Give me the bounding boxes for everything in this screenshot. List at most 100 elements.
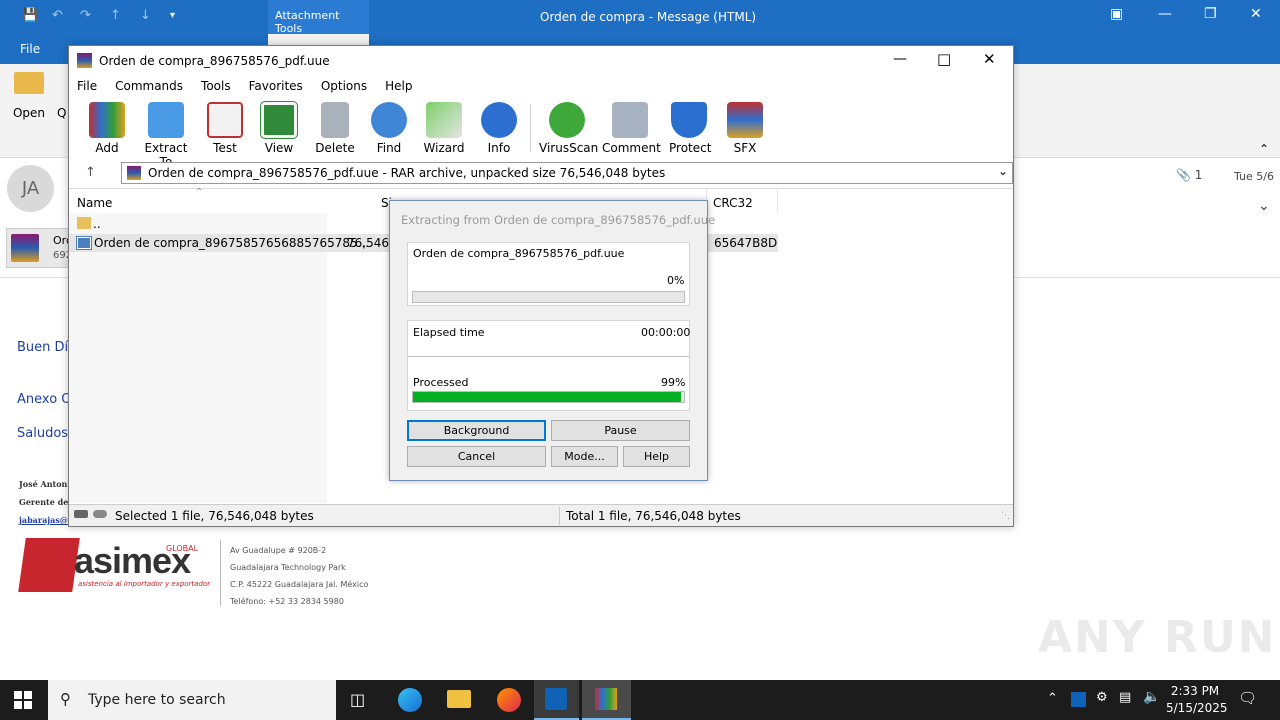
avatar: JA — [7, 165, 54, 212]
attachment-tools-label: Attachment Tools — [275, 9, 340, 35]
key-icon — [93, 510, 107, 518]
folder-icon — [77, 217, 91, 229]
background-button[interactable]: Background — [407, 420, 546, 441]
extract-to-button[interactable]: Extract To — [139, 102, 193, 169]
signature-email[interactable]: jabarajas@a — [19, 515, 73, 525]
attachment-count-label: 1 — [1194, 168, 1203, 182]
sfx-icon — [727, 102, 763, 138]
winrar-taskbar-button[interactable] — [582, 680, 631, 720]
close-icon[interactable]: ✕ — [1250, 6, 1262, 22]
resize-grip-icon[interactable]: ⋱ — [1001, 511, 1010, 521]
address-line: C.P. 45222 Guadalajara Jal. México — [230, 580, 369, 589]
winrar-app-icon — [77, 53, 92, 68]
file-tab[interactable]: File — [20, 42, 40, 56]
expand-header-icon[interactable]: ⌄ — [1258, 198, 1270, 214]
pause-button[interactable]: Pause — [551, 420, 690, 441]
edge-icon[interactable] — [398, 688, 422, 712]
open-button[interactable]: Open — [12, 72, 46, 120]
comment-button[interactable]: Comment — [602, 102, 661, 155]
winrar-titlebar: Orden de compra_896758576_pdf.uue — □ ✕ — [69, 46, 1013, 76]
winrar-menubar: File Commands Tools Favorites Options Help — [69, 76, 1013, 96]
address-bar[interactable]: Orden de compra_896758576_pdf.uue - RAR … — [121, 162, 1013, 184]
view-button[interactable]: View — [259, 102, 299, 155]
menu-commands[interactable]: Commands — [115, 79, 183, 93]
down-icon[interactable]: ↓ — [140, 8, 151, 23]
tray-outlook-icon[interactable] — [1071, 692, 1086, 707]
open-label: Open — [12, 106, 46, 120]
elapsed-label: Elapsed time — [413, 326, 485, 339]
volume-icon[interactable]: 🔈 — [1143, 689, 1160, 705]
minimize-icon[interactable]: — — [893, 51, 907, 67]
body-line-3: Saludos — [17, 426, 69, 441]
menu-file[interactable]: File — [77, 79, 97, 93]
close-icon[interactable]: ✕ — [983, 50, 996, 68]
outlook-icon — [545, 688, 567, 710]
info-label: Info — [487, 141, 511, 155]
clock[interactable]: 2:33 PM 5/15/2025 — [1166, 683, 1228, 717]
undo-icon[interactable]: ↶ — [52, 8, 63, 23]
add-label: Add — [95, 141, 119, 155]
row-name: Orden de compra_89675857656885765785... — [94, 236, 370, 250]
add-button[interactable]: Add — [89, 102, 125, 155]
up-folder-icon[interactable]: ↑ — [85, 165, 96, 180]
column-crc32[interactable]: CRC32 — [713, 196, 753, 210]
file-explorer-icon[interactable] — [447, 690, 471, 708]
menu-tools[interactable]: Tools — [201, 79, 231, 93]
info-button[interactable]: Info — [481, 102, 517, 155]
sfx-button[interactable]: SFX — [725, 102, 765, 155]
firefox-icon[interactable] — [497, 688, 521, 712]
menu-favorites[interactable]: Favorites — [249, 79, 303, 93]
notifications-icon[interactable]: 🗨 — [1238, 689, 1257, 707]
collapse-ribbon-icon[interactable]: ⌃ — [1259, 142, 1269, 156]
toolbar-separator — [530, 104, 531, 152]
ribbon-display-icon[interactable]: ▣ — [1110, 6, 1123, 22]
view-icon — [261, 102, 297, 138]
test-button[interactable]: Test — [207, 102, 243, 155]
virusscan-button[interactable]: VirusScan — [539, 102, 598, 155]
redo-icon[interactable]: ↷ — [80, 8, 91, 23]
cancel-button[interactable]: Cancel — [407, 446, 546, 467]
archive-icon — [127, 166, 141, 180]
comment-icon — [612, 102, 648, 138]
test-label: Test — [213, 141, 237, 155]
restore-icon[interactable]: ❐ — [1204, 6, 1217, 22]
find-icon — [371, 102, 407, 138]
list-item[interactable]: .. — [69, 215, 389, 233]
delete-icon — [321, 102, 349, 138]
attachment-chip[interactable]: Ord 692 — [6, 228, 73, 268]
elapsed-value: 00:00:00 — [641, 326, 691, 339]
anyrun-watermark: ANY RUN — [1038, 612, 1277, 663]
start-button[interactable] — [14, 691, 32, 709]
delete-button[interactable]: Delete — [315, 102, 355, 155]
clock-date: 5/15/2025 — [1166, 701, 1228, 715]
menu-options[interactable]: Options — [321, 79, 367, 93]
column-name[interactable]: Name — [77, 196, 112, 210]
status-left: Selected 1 file, 76,546,048 bytes — [115, 509, 314, 523]
address-text: Orden de compra_896758576_pdf.uue - RAR … — [148, 166, 666, 180]
clock-time: 2:33 PM — [1170, 684, 1220, 698]
add-icon — [89, 102, 125, 138]
wizard-button[interactable]: Wizard — [423, 102, 465, 155]
up-icon[interactable]: ↑ — [110, 8, 121, 23]
network-icon[interactable]: ▤ — [1119, 690, 1131, 705]
find-button[interactable]: Find — [371, 102, 407, 155]
folder-open-icon — [14, 72, 44, 94]
protect-icon — [671, 102, 707, 138]
search-placeholder: Type here to search — [88, 692, 226, 708]
save-icon[interactable]: 💾 — [22, 8, 38, 23]
menu-help[interactable]: Help — [385, 79, 412, 93]
mode-button[interactable]: Mode... — [551, 446, 618, 467]
taskbar-search[interactable]: ⚲ Type here to search — [48, 680, 336, 720]
help-button[interactable]: Help — [623, 446, 690, 467]
attachment-count[interactable]: 📎 1 — [1176, 168, 1202, 182]
protect-button[interactable]: Protect — [669, 102, 711, 155]
minimize-icon[interactable]: — — [1158, 6, 1172, 22]
address-dropdown-icon[interactable]: ⌄ — [998, 164, 1008, 178]
tray-device-icon[interactable]: ⚙ — [1096, 690, 1108, 705]
tray-overflow-icon[interactable]: ⌃ — [1047, 691, 1058, 706]
quick-print-label[interactable]: Q — [57, 106, 66, 120]
task-view-icon[interactable]: ◫ — [350, 690, 365, 709]
maximize-icon[interactable]: □ — [937, 50, 951, 68]
customize-icon[interactable]: ▾ — [170, 10, 175, 21]
outlook-taskbar-button[interactable] — [534, 680, 579, 720]
